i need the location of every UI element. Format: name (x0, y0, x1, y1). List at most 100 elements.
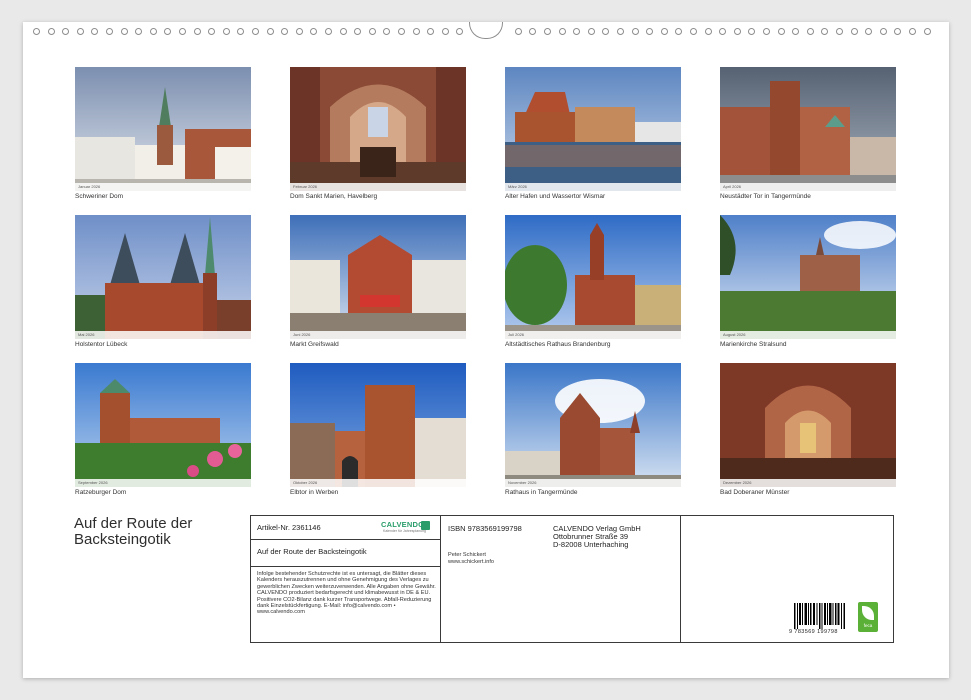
leaf-icon (862, 606, 874, 620)
month-label: November 2026 (508, 480, 537, 485)
photo-caption-07: Altstädtisches Rathaus Brandenburg (505, 341, 611, 348)
binding-ring (193, 28, 201, 35)
barcode (794, 603, 845, 629)
binding-ring (427, 28, 435, 35)
photo-thumb-09: September 2026 (75, 363, 251, 487)
month-label: August 2026 (723, 332, 746, 337)
binding-ring (544, 28, 551, 35)
subtitle-row: Auf der Route der Backsteingotik (251, 539, 440, 567)
binding-ring (222, 28, 230, 35)
photo-caption-03: Alter Hafen und Wassertor Wismar (505, 193, 606, 200)
binding-ring (135, 28, 143, 35)
binding-ring (836, 28, 843, 35)
author-name: Peter Schickert (448, 552, 486, 558)
binding-ring (325, 28, 332, 35)
binding-ring (879, 28, 887, 35)
binding-ring (631, 28, 639, 35)
binding-ring (719, 28, 727, 35)
binding-ring (792, 28, 800, 35)
photo-caption-05: Holstentor Lübeck (75, 341, 128, 348)
photo-caption-11: Rathaus in Tangermünde (505, 489, 578, 496)
binding-ring (339, 28, 347, 35)
binding-ring (733, 28, 741, 35)
legal-notice: Infolge bestehender Schutzrechte ist es … (257, 571, 436, 616)
binding-ring (33, 28, 40, 35)
calendar-title: Auf der Route der Backsteingotik (74, 515, 193, 548)
photo-thumb-02: Februar 2026 (290, 67, 466, 191)
binding-ring (237, 28, 245, 35)
binding-ring (164, 28, 172, 35)
binding-ring (91, 28, 99, 35)
photo-caption-10: Elbtor in Werben (290, 489, 339, 496)
photo-caption-12: Bad Doberaner Münster (720, 489, 790, 496)
photo-thumb-04: April 2026 (720, 67, 896, 191)
photo-thumb-11: November 2026 (505, 363, 681, 487)
photo-thumb-03: März 2026 (505, 67, 681, 191)
imprint-box: Artikel-Nr. 2361146 CALVENDO Kalender fü… (250, 515, 894, 643)
binding-ring (587, 28, 595, 35)
isbn: ISBN 9783569199798 (448, 524, 522, 533)
brand-tagline: Kalender für Jahresplanung (383, 529, 427, 533)
photo-thumb-01: Januar 2026 (75, 67, 251, 191)
photo-caption-06: Markt Greifswald (290, 341, 339, 348)
binding-ring (821, 28, 829, 35)
binding-ring (383, 28, 391, 35)
photo-thumb-08: August 2026 (720, 215, 896, 339)
month-label: Februar 2026 (293, 184, 318, 189)
photo-caption-09: Ratzeburger Dom (75, 489, 127, 496)
month-label: Januar 2026 (78, 184, 101, 189)
month-label: September 2026 (78, 480, 108, 485)
binding-ring (558, 28, 566, 35)
binding-ring (763, 28, 770, 35)
photo-thumb-06: Juni 2026 (290, 215, 466, 339)
photo-thumb-05: Mai 2026 (75, 215, 251, 339)
binding-ring (456, 28, 464, 35)
binding-ring (909, 28, 916, 35)
binding-ring (266, 28, 274, 35)
publisher-city: D-82008 Unterhaching (553, 540, 629, 549)
photo-thumb-07: Juli 2026 (505, 215, 681, 339)
calendar-subtitle: Auf der Route der Backsteingotik (257, 547, 367, 556)
binding-ring (441, 28, 449, 35)
binding-ring (106, 28, 113, 35)
binding-ring (398, 28, 405, 35)
binding-ring (865, 28, 873, 35)
brand-logo-text: CALVENDO (381, 520, 425, 529)
binding-ring (368, 28, 376, 35)
binding-ring (295, 28, 303, 35)
binding-ring (310, 28, 318, 35)
eco-label: feca (858, 602, 878, 632)
article-number: Artikel-Nr. 2361146 (257, 523, 321, 532)
binding-ring (704, 28, 712, 35)
binding-ring (62, 28, 70, 35)
binding-ring (748, 28, 756, 35)
binding-ring (252, 28, 259, 35)
binding-ring (47, 28, 55, 35)
imprint-col-middle: ISBN 9783569199798 CALVENDO Verlag GmbH … (440, 516, 681, 642)
author-website: www.schickert.info (448, 559, 495, 565)
binding-ring (529, 28, 537, 35)
photo-caption-04: Neustädter Tor in Tangermünde (720, 193, 811, 200)
binding-ring (208, 28, 216, 35)
article-row: Artikel-Nr. 2361146 CALVENDO Kalender fü… (251, 516, 440, 540)
binding-ring (777, 28, 785, 35)
binding-ring (894, 28, 902, 35)
binding-ring (412, 28, 420, 35)
photo-caption-01: Schweriner Dom (75, 193, 124, 200)
month-label: März 2026 (508, 184, 527, 189)
photo-thumb-10: Oktober 2026 (290, 363, 466, 487)
month-label: Juli 2026 (508, 332, 525, 337)
brand-logo-icon (421, 521, 430, 530)
binding-ring (354, 28, 362, 35)
binding-ring (281, 28, 289, 35)
photo-caption-02: Dom Sankt Marien, Havelberg (290, 193, 378, 200)
month-label: Mai 2026 (78, 332, 95, 337)
month-label: Dezember 2026 (723, 480, 752, 485)
photo-thumb-12: Dezember 2026 (720, 363, 896, 487)
imprint-col-left: Artikel-Nr. 2361146 CALVENDO Kalender fü… (251, 516, 441, 642)
month-label: Juni 2026 (293, 332, 311, 337)
binding-ring (602, 28, 610, 35)
binding-ring (675, 28, 683, 35)
binding-ring (120, 28, 128, 35)
binding-ring (850, 28, 858, 35)
